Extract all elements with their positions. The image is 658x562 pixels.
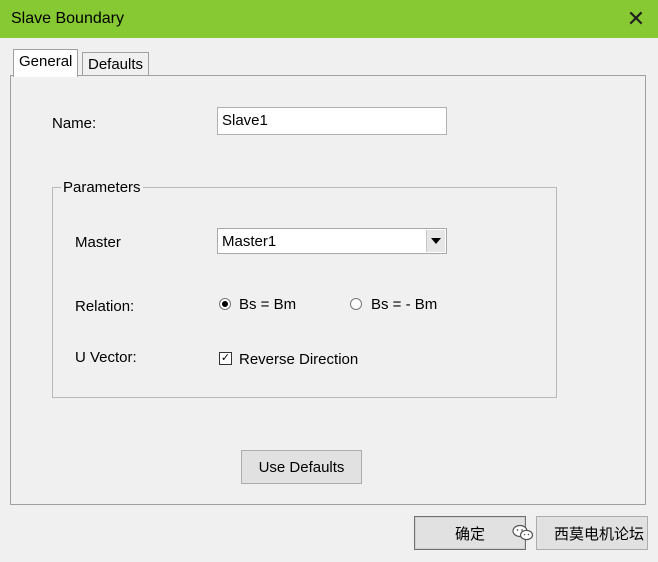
- tab-defaults[interactable]: Defaults: [82, 52, 150, 77]
- wechat-icon: [512, 524, 534, 541]
- name-input[interactable]: Slave1: [217, 107, 447, 135]
- uvector-label: U Vector:: [75, 349, 137, 366]
- reverse-direction-label[interactable]: Reverse Direction: [239, 351, 358, 368]
- close-icon[interactable]: ✕: [620, 2, 652, 36]
- cancel-button-label: 西莫电机论坛: [553, 525, 644, 543]
- relation-radio-bs-eq-neg-bm[interactable]: [350, 298, 362, 310]
- use-defaults-button[interactable]: Use Defaults: [241, 450, 362, 484]
- chevron-down-icon[interactable]: [426, 230, 445, 252]
- title-bar: Slave Boundary ✕: [0, 0, 658, 38]
- name-label: Name:: [52, 115, 97, 132]
- master-dropdown[interactable]: Master1: [217, 228, 447, 254]
- master-label: Master: [75, 234, 121, 251]
- relation-option-bs-eq-bm-label[interactable]: Bs = Bm: [239, 296, 296, 313]
- master-selected-value: Master1: [222, 233, 277, 250]
- reverse-direction-checkbox[interactable]: ✓: [219, 352, 232, 365]
- window-title: Slave Boundary: [11, 10, 124, 27]
- ok-button[interactable]: 确定: [414, 516, 526, 550]
- relation-option-bs-eq-neg-bm-label[interactable]: Bs = - Bm: [371, 296, 437, 313]
- parameters-group-title: Parameters: [61, 179, 143, 196]
- cancel-button[interactable]: 西莫电机论坛: [536, 516, 648, 550]
- relation-label: Relation:: [75, 298, 135, 315]
- tab-general[interactable]: General: [13, 49, 79, 77]
- relation-radio-bs-eq-bm[interactable]: [219, 298, 231, 310]
